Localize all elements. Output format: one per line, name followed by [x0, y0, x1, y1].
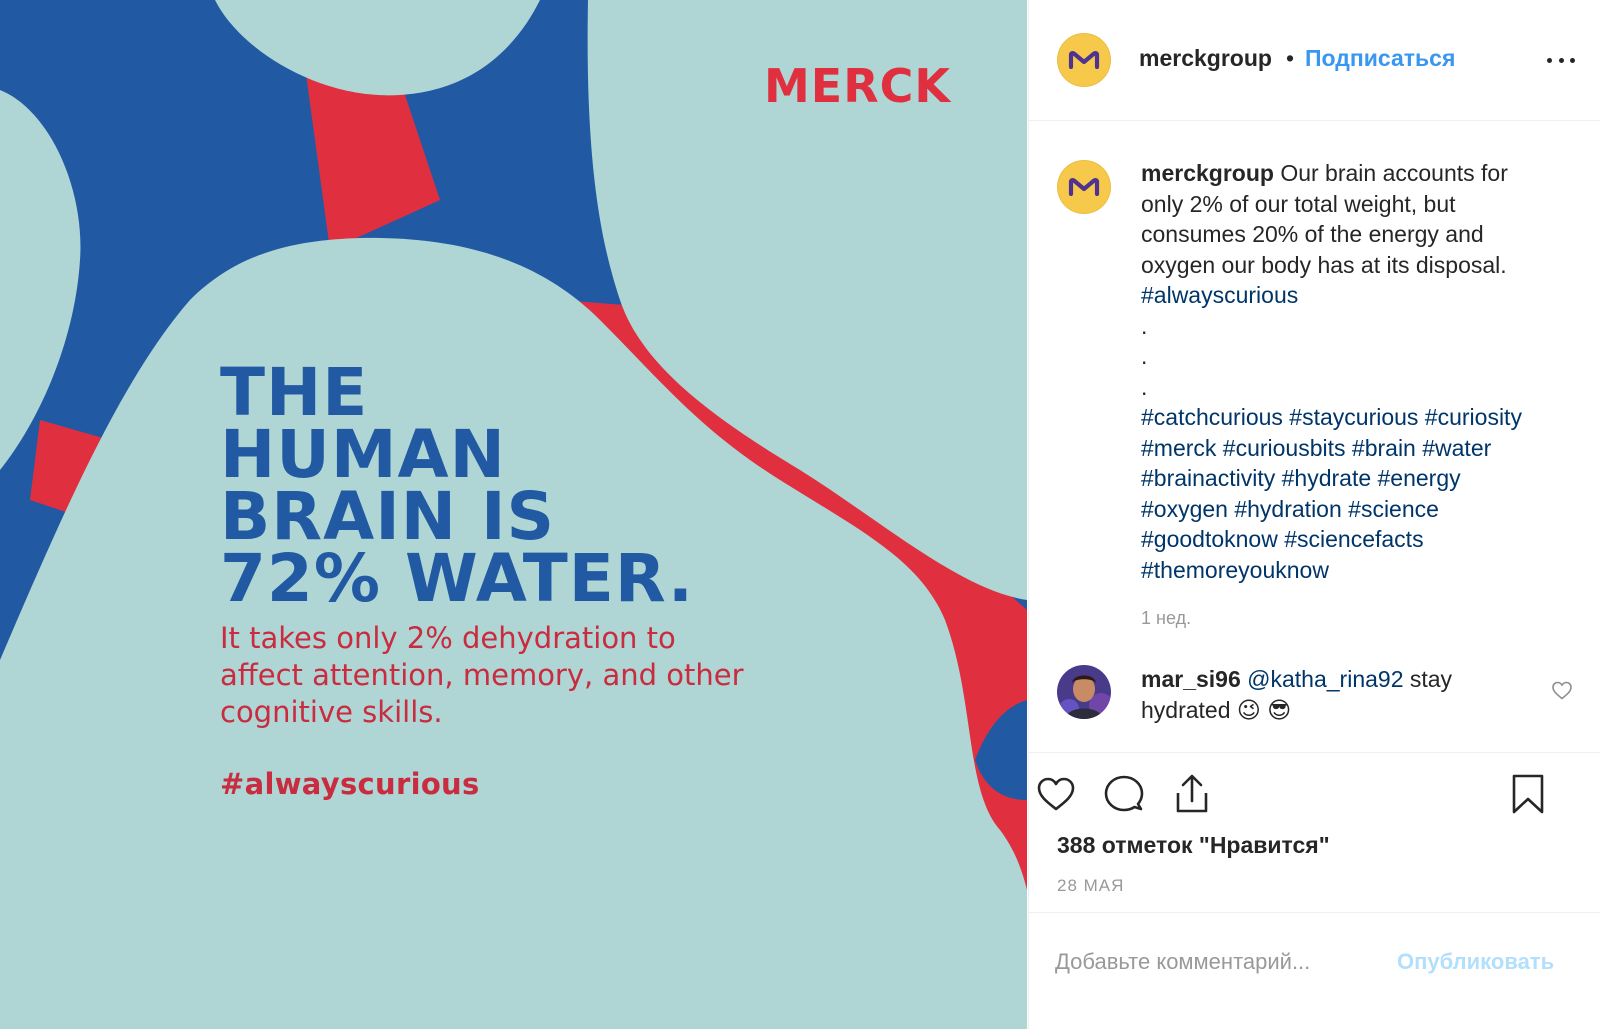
bookmark-icon[interactable]: [1505, 771, 1551, 817]
likes-count[interactable]: 388 отметок "Нравится": [1057, 832, 1330, 859]
commenter-avatar[interactable]: [1057, 665, 1111, 719]
caption-dot: .: [1141, 312, 1148, 339]
hashtag-line[interactable]: #merck #curiousbits #brain #water: [1141, 433, 1571, 464]
subtext-line: cognitive skills.: [220, 695, 443, 729]
merck-logo: MERCK: [764, 59, 952, 113]
subtext-line: It takes only 2% dehydration to: [220, 621, 676, 655]
divider: [1029, 752, 1600, 753]
hashtag-line[interactable]: #themoreyouknow: [1141, 555, 1571, 586]
merck-m-logo-icon[interactable]: [1057, 33, 1111, 87]
caption-dot: .: [1141, 343, 1148, 369]
hashtag-line[interactable]: #catchcurious #staycurious #curiosity: [1141, 402, 1571, 433]
comment: mar_si96 @katha_rina92 stay hydrated 😉 😎: [1029, 662, 1600, 752]
post-date[interactable]: 28 мая: [1057, 876, 1124, 896]
post-sidebar: merckgroup • Подписаться merckgroup Our …: [1028, 0, 1600, 1029]
subtext: It takes only 2% dehydration to affect a…: [220, 620, 800, 731]
headline-line: Brain is: [220, 478, 556, 555]
follow-button[interactable]: Подписаться: [1305, 45, 1455, 72]
caption-username[interactable]: merckgroup: [1141, 160, 1274, 186]
hashtag-line[interactable]: #goodtoknow #sciencefacts: [1141, 524, 1571, 555]
comment-bubble-icon[interactable]: [1101, 771, 1147, 817]
commenter-username[interactable]: mar_si96: [1141, 666, 1241, 692]
subtext-line: affect attention, memory, and other: [220, 658, 744, 692]
post-image: MERCK The Human Brain is 72% Water. It t…: [0, 0, 1027, 1029]
hashtag-link[interactable]: #alwayscurious: [1141, 280, 1571, 311]
comment-body: stay: [1409, 666, 1453, 692]
merck-m-logo-icon[interactable]: [1057, 160, 1111, 214]
comment-text: mar_si96 @katha_rina92 stay hydrated 😉 😎: [1141, 664, 1541, 725]
comment-body: hydrated 😉 😎: [1141, 696, 1292, 723]
hashtag-line[interactable]: #brainactivity #hydrate #energy: [1141, 463, 1571, 494]
action-bar: [1029, 771, 1600, 831]
media-hashtag: #alwayscurious: [220, 767, 480, 801]
headline-line: 72% Water.: [220, 540, 694, 617]
caption-dot: .: [1141, 373, 1148, 400]
caption-line: only 2% of our total weight, but: [1141, 190, 1456, 217]
more-options-icon[interactable]: [1541, 48, 1581, 72]
svg-text:MERCK: MERCK: [764, 59, 952, 113]
headline-line: Human: [220, 416, 506, 493]
headline-line: The: [220, 354, 369, 431]
mention-link[interactable]: @katha_rina92: [1247, 666, 1403, 692]
publish-button[interactable]: Опубликовать: [1397, 949, 1554, 975]
heart-icon[interactable]: [1033, 771, 1079, 817]
caption-line: Our brain accounts for: [1280, 160, 1508, 186]
comment-input[interactable]: [1055, 942, 1385, 982]
separator-dot: •: [1286, 45, 1295, 71]
post-header: merckgroup • Подписаться: [1029, 0, 1600, 121]
hashtag-line[interactable]: #oxygen #hydration #science: [1141, 494, 1571, 525]
caption-line: oxygen our body has at its disposal.: [1141, 251, 1507, 278]
heart-outline-icon[interactable]: [1550, 678, 1574, 702]
instagram-post: MERCK The Human Brain is 72% Water. It t…: [0, 0, 1600, 1029]
add-comment-bar: Опубликовать: [1029, 912, 1600, 1029]
header-username[interactable]: merckgroup: [1139, 45, 1272, 72]
caption-text: merckgroup Our brain accounts for only 2…: [1141, 158, 1571, 585]
caption-line: consumes 20% of the energy and: [1141, 221, 1484, 247]
caption-time-ago[interactable]: 1 нед.: [1141, 608, 1191, 629]
share-icon[interactable]: [1169, 771, 1215, 817]
headline: The Human Brain is 72% Water.: [220, 354, 860, 617]
